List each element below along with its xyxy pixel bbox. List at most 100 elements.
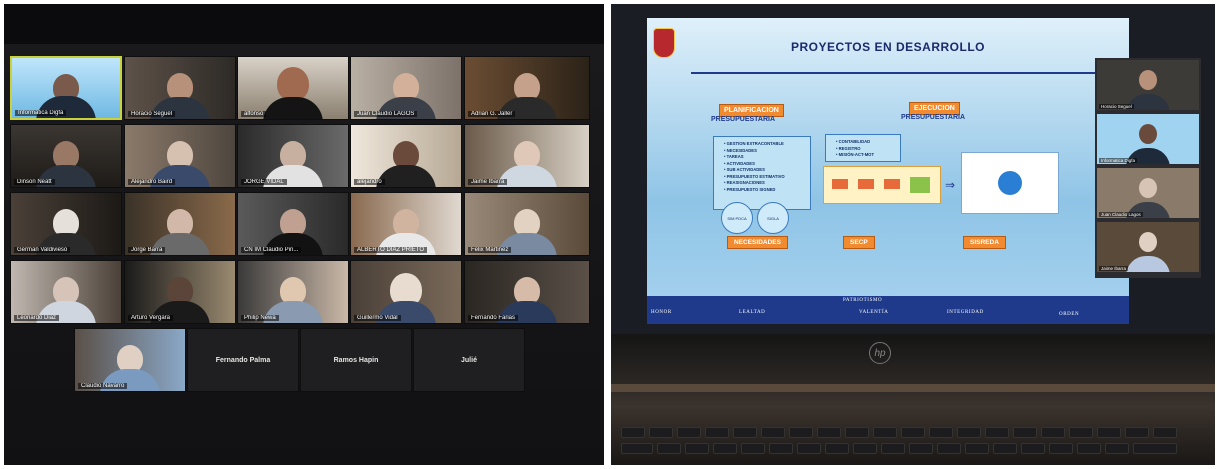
key (965, 443, 989, 454)
video-tile[interactable]: Claudio Navarro (74, 328, 186, 392)
participant-name: CN IM Claudio Pin... (241, 247, 302, 253)
video-tile[interactable]: Fernando Farias (464, 260, 590, 324)
video-tile[interactable]: Horacio Seguel (124, 56, 236, 120)
participant-name: ALBERTO DIAZ PRIETO (354, 247, 428, 253)
key (1125, 427, 1149, 438)
video-tile[interactable]: German Valdivieso (10, 192, 122, 256)
video-tile[interactable]: Jorge Barra (124, 192, 236, 256)
video-gallery: Informatica Digfa Horacio Seguel alfonso… (4, 44, 604, 465)
keyboard (621, 421, 1205, 461)
tag-sisreda: SISREDA (963, 236, 1006, 249)
video-tile[interactable]: Juan Claudio LAGOS (350, 56, 462, 120)
video-tile[interactable]: Dinson Neatt (10, 124, 122, 188)
video-tile[interactable]: Ramos Hapin (300, 328, 412, 392)
key (657, 443, 681, 454)
participant-name: Informatica Digfa (1099, 158, 1138, 163)
title-divider (691, 72, 1103, 74)
video-tile[interactable]: Informatica Digfa (10, 56, 122, 120)
key (1049, 443, 1073, 454)
participant-name: Jaime Ibarra (468, 179, 508, 185)
participant-name: Ramos Hapin (333, 356, 379, 364)
participant-name: Adrian G. Jaller (468, 111, 516, 117)
participant-name: German Valdivieso (14, 247, 71, 253)
key (1105, 443, 1129, 454)
video-tile[interactable]: Guillermo Vidal (350, 260, 462, 324)
video-tile[interactable]: Alejandro Baird (124, 124, 236, 188)
participant-name: Horacio Seguel (1099, 104, 1134, 109)
workflow-block (884, 179, 900, 189)
presentation-slide: PROYECTOS EN DESARROLLO PLANIFICACION PR… (647, 18, 1129, 324)
laptop-screen: PROYECTOS EN DESARROLLO PLANIFICACION PR… (611, 4, 1215, 334)
participant-name: Informatica Digfa (15, 110, 67, 116)
video-tile[interactable]: JORGE VIDAL (237, 124, 349, 188)
key (733, 427, 757, 438)
execution-list: CONTABILIDAD REGISTRO MISIÓN-ACT-MOT (825, 134, 901, 162)
video-tile[interactable]: Julié (413, 328, 525, 392)
video-tile[interactable]: Juan Claudio Lagos (1097, 168, 1199, 218)
key (1069, 427, 1093, 438)
planning-list: GESTION EXTRACONTABLE NECESIDADES TAREAS… (713, 136, 811, 210)
participant-name: Philip Newa (241, 315, 279, 321)
video-tile[interactable]: ALBERTO DIAZ PRIETO (350, 192, 462, 256)
video-tile[interactable]: Fernando Palma (187, 328, 299, 392)
key (909, 443, 933, 454)
laptop-base: hp (611, 334, 1215, 465)
key (845, 427, 869, 438)
key (937, 443, 961, 454)
participant-name: Felix Martinez (468, 247, 512, 253)
key (789, 427, 813, 438)
execution-subtitle: PRESUPUESTARIA (901, 114, 966, 121)
key (1041, 427, 1065, 438)
participant-name: Fernando Palma (215, 356, 271, 364)
video-tile[interactable]: Adrian G. Jaller (464, 56, 590, 120)
key (957, 427, 981, 438)
key (685, 443, 709, 454)
video-tile[interactable]: Horacio Seguel (1097, 60, 1199, 110)
key (873, 427, 897, 438)
footer-word: LEALTAD (739, 310, 766, 315)
video-tile[interactable]: alfonso (237, 56, 349, 120)
key (825, 443, 849, 454)
key (621, 427, 645, 438)
participant-name: Dinson Neatt (14, 179, 55, 185)
hp-logo-icon: hp (869, 342, 891, 364)
key (1133, 443, 1177, 454)
key (1013, 427, 1037, 438)
key (1153, 427, 1177, 438)
tag-needs: NECESIDADES (727, 236, 788, 249)
key (797, 443, 821, 454)
key (1097, 427, 1121, 438)
video-tile[interactable]: Leonardo Diaz (10, 260, 122, 324)
slide-title: PROYECTOS EN DESARROLLO (791, 40, 985, 54)
participant-name: alejandro (354, 179, 385, 185)
video-tile[interactable]: alejandro (350, 124, 462, 188)
key (929, 427, 953, 438)
participant-name: Julié (461, 356, 477, 364)
participant-name: Jaime Ibarra (1099, 266, 1129, 271)
video-tile[interactable]: Felix Martinez (464, 192, 590, 256)
key (853, 443, 877, 454)
participant-name: Juan Claudio Lagos (1099, 212, 1143, 217)
key (1077, 443, 1101, 454)
participant-name: Claudio Navarro (78, 383, 128, 389)
participant-strip: Horacio Seguel Informatica Digfa Juan Cl… (1095, 58, 1201, 278)
video-tile[interactable]: Jaime Ibarra (1097, 222, 1199, 272)
key (713, 443, 737, 454)
video-tile[interactable]: Philip Newa (237, 260, 349, 324)
workflow-diagram (823, 166, 941, 204)
participant-name: Leonardo Diaz (14, 315, 60, 321)
slide-footer: PATRIOTISMO HONOR LEALTAD VALENTÍA INTEG… (647, 296, 1129, 324)
process-oval: SIGLA (757, 202, 789, 234)
key (817, 427, 841, 438)
key (985, 427, 1009, 438)
video-tile[interactable]: Jaime Ibarra (464, 124, 590, 188)
laptop-hinge (611, 384, 1215, 392)
video-tile[interactable]: Arturo Vergara (124, 260, 236, 324)
zoom-gallery-photo: Informatica Digfa Horacio Seguel alfonso… (4, 4, 604, 465)
network-diagram (961, 152, 1059, 214)
video-tile[interactable]: CN IM Claudio Pin... (237, 192, 349, 256)
tag-secp: SECP (843, 236, 875, 249)
planning-subtitle: PRESUPUESTARIA (711, 116, 776, 123)
video-tile[interactable]: Informatica Digfa (1097, 114, 1199, 164)
key (769, 443, 793, 454)
